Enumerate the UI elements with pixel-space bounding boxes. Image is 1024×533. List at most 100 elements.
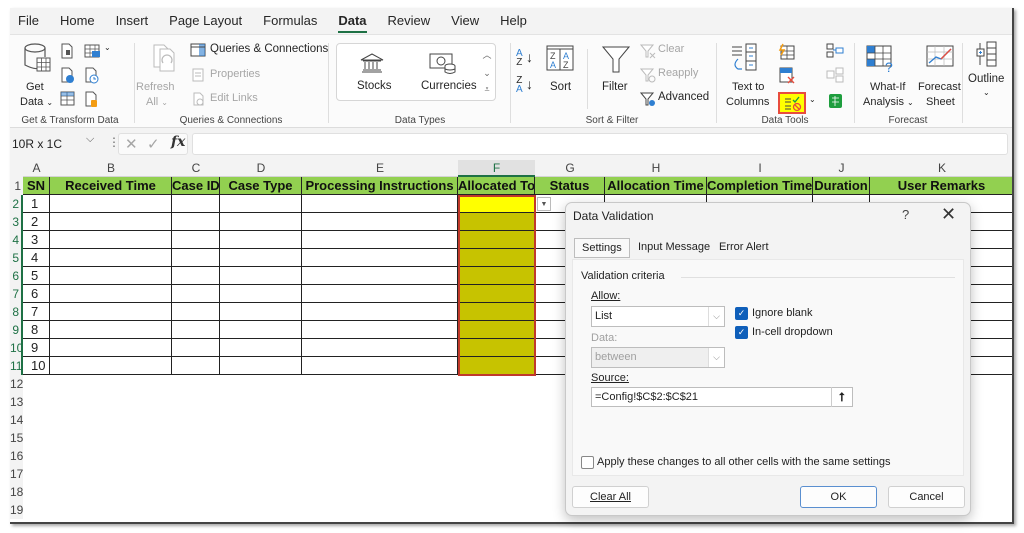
header-cell[interactable]: Case ID (172, 177, 220, 195)
tab-file[interactable]: File (18, 11, 39, 30)
column-header-b[interactable]: B (50, 160, 172, 177)
allocated-to-cell[interactable] (458, 195, 535, 213)
row-header[interactable]: 15 (10, 429, 23, 447)
from-picture-icon[interactable] (84, 43, 106, 59)
column-header-e[interactable]: E (302, 160, 458, 177)
row-header[interactable]: 14 (10, 411, 23, 429)
column-header-c[interactable]: C (172, 160, 220, 177)
table-cell[interactable] (220, 339, 302, 357)
clear-all-button[interactable]: Clear All (572, 486, 649, 508)
data-select[interactable]: between ⌵ (591, 347, 725, 368)
row-header[interactable]: 11 (10, 357, 23, 375)
allocated-to-cell[interactable] (458, 213, 535, 231)
enter-check-icon[interactable]: ✓ (147, 135, 160, 153)
table-cell[interactable] (50, 231, 172, 249)
recent-sources-icon[interactable] (84, 67, 100, 85)
row-header[interactable]: 10 (10, 339, 23, 357)
table-cell[interactable] (172, 339, 220, 357)
cancel-icon[interactable]: ✕ (125, 135, 138, 153)
existing-connections-icon[interactable] (84, 91, 100, 109)
cancel-button[interactable]: Cancel (888, 486, 965, 508)
help-button[interactable]: ? (902, 207, 909, 222)
table-cell[interactable] (172, 303, 220, 321)
table-cell[interactable] (50, 249, 172, 267)
table-cell[interactable] (220, 321, 302, 339)
column-header-j[interactable]: J (813, 160, 870, 177)
table-cell[interactable] (302, 195, 458, 213)
table-cell[interactable] (50, 339, 172, 357)
sort-z-a-button[interactable]: ZA (516, 76, 523, 95)
tab-input-message[interactable]: Input Message (631, 238, 718, 258)
chevron-down-icon[interactable]: ⌵ (86, 133, 94, 146)
table-cell[interactable] (172, 231, 220, 249)
row-header[interactable]: 3 (10, 213, 23, 231)
table-cell[interactable] (172, 285, 220, 303)
in-cell-dropdown-button[interactable]: ▼ (537, 197, 551, 211)
apply-all-checkbox[interactable] (581, 456, 594, 469)
table-cell[interactable] (50, 213, 172, 231)
tab-help[interactable]: Help (500, 11, 527, 30)
sn-cell[interactable]: 7 (23, 303, 50, 321)
table-cell[interactable] (50, 303, 172, 321)
header-cell[interactable]: SN (23, 177, 50, 195)
row-header[interactable]: 12 (10, 375, 23, 393)
row-header[interactable]: 13 (10, 393, 23, 411)
gallery-more-button[interactable]: ⩡ (481, 84, 493, 95)
tab-review[interactable]: Review (388, 11, 431, 30)
tab-settings[interactable]: Settings (574, 238, 630, 258)
row-header[interactable]: 4 (10, 231, 23, 249)
table-cell[interactable] (220, 357, 302, 375)
column-header-a[interactable]: A (23, 160, 50, 177)
table-cell[interactable] (172, 195, 220, 213)
table-cell[interactable] (50, 195, 172, 213)
sn-cell[interactable]: 10 (23, 357, 50, 375)
sort-a-z-button[interactable]: AZ (516, 49, 523, 68)
relationships-icon[interactable] (826, 67, 844, 83)
sn-cell[interactable]: 3 (23, 231, 50, 249)
header-cell[interactable]: Completion Time (707, 177, 813, 195)
allocated-to-cell[interactable] (458, 321, 535, 339)
chevron-down-icon[interactable]: ⌄ (809, 95, 816, 104)
allocated-to-cell[interactable] (458, 285, 535, 303)
tab-insert[interactable]: Insert (116, 11, 149, 30)
row-header[interactable]: 18 (10, 483, 23, 501)
from-web-icon[interactable] (60, 67, 76, 85)
table-cell[interactable] (172, 357, 220, 375)
header-cell[interactable]: User Remarks (870, 177, 1012, 195)
data-validation-button[interactable] (778, 92, 806, 114)
insert-function-button[interactable]: fx (171, 134, 185, 150)
table-cell[interactable] (172, 267, 220, 285)
table-cell[interactable] (302, 339, 458, 357)
source-input[interactable]: =Config!$C$2:$C$21 ⭡ (591, 387, 853, 407)
table-cell[interactable] (50, 285, 172, 303)
table-cell[interactable] (220, 213, 302, 231)
ignore-blank-checkbox[interactable]: ✓ (735, 307, 748, 320)
column-header-h[interactable]: H (605, 160, 707, 177)
remove-duplicates-icon[interactable] (778, 67, 796, 85)
table-cell[interactable] (302, 213, 458, 231)
header-cell[interactable]: Allocated To (458, 177, 535, 195)
header-cell[interactable]: Duration (813, 177, 870, 195)
table-cell[interactable] (302, 303, 458, 321)
gallery-down-button[interactable]: ⌄ (481, 68, 493, 79)
sn-cell[interactable]: 4 (23, 249, 50, 267)
tab-error-alert[interactable]: Error Alert (712, 238, 776, 258)
from-table-icon[interactable] (60, 91, 76, 107)
table-cell[interactable] (302, 321, 458, 339)
sn-cell[interactable]: 5 (23, 267, 50, 285)
header-cell[interactable]: Allocation Time (605, 177, 707, 195)
row-header[interactable]: 1 (10, 177, 23, 195)
table-cell[interactable] (220, 231, 302, 249)
consolidate-icon[interactable] (826, 43, 844, 59)
table-cell[interactable] (172, 249, 220, 267)
header-cell[interactable]: Received Time (50, 177, 172, 195)
table-cell[interactable] (50, 321, 172, 339)
sn-cell[interactable]: 8 (23, 321, 50, 339)
formula-input[interactable] (192, 133, 1008, 155)
table-cell[interactable] (302, 249, 458, 267)
table-cell[interactable] (172, 321, 220, 339)
tab-data[interactable]: Data (338, 11, 367, 33)
table-cell[interactable] (50, 357, 172, 375)
table-cell[interactable] (302, 357, 458, 375)
table-cell[interactable] (172, 213, 220, 231)
